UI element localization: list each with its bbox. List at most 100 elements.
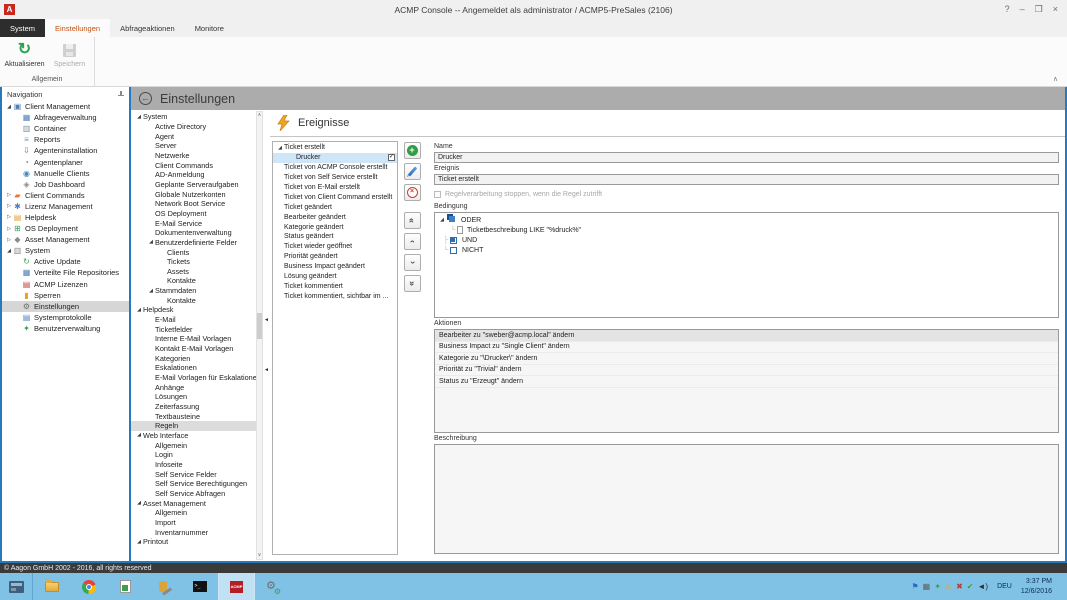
tab-monitore[interactable]: Monitore — [185, 19, 234, 37]
event-item-ticket-von-acmp-console-erstellt[interactable]: Ticket von ACMP Console erstellt — [273, 163, 397, 173]
sidebar-item-agentenplaner[interactable]: ◔Agentenplaner — [2, 156, 129, 167]
event-item-ticket-kommentiert-sichtbar-im[interactable]: Ticket kommentiert, sichtbar im ... — [273, 291, 397, 301]
sidebar-item-job-dashboard[interactable]: ◈Job Dashboard — [2, 179, 129, 190]
network-warning-icon[interactable]: ⚠ — [945, 583, 952, 591]
settings-item-anhänge[interactable]: Anhänge — [131, 382, 256, 392]
collapse-icon[interactable]: ◢ — [438, 216, 446, 224]
sidebar-item-systemprotokolle[interactable]: ▤Systemprotokolle — [2, 312, 129, 323]
tab-system[interactable]: System — [0, 19, 45, 37]
edit-event-button[interactable] — [404, 163, 421, 180]
sidebar-item-client-commands[interactable]: ▷▰Client Commands — [2, 190, 129, 201]
help-button[interactable]: ? — [1005, 4, 1010, 15]
sidebar-item-lizenz-management[interactable]: ▷✱Lizenz Management — [2, 201, 129, 212]
editor-button[interactable] — [107, 573, 144, 600]
event-item-ticket-kommentiert[interactable]: Ticket kommentiert — [273, 281, 397, 291]
settings-item-allgemein[interactable]: Allgemein — [131, 508, 256, 518]
settings-item-kontakte[interactable]: Kontakte — [131, 295, 256, 305]
settings-item-client-commands[interactable]: Client Commands — [131, 160, 256, 170]
sidebar-item-acmp-lizenzen[interactable]: ▤ACMP Lizenzen — [2, 279, 129, 290]
expand-icon[interactable]: ▷ — [5, 202, 13, 210]
settings-item-regeln[interactable]: Regeln — [131, 421, 256, 431]
back-button[interactable]: ← — [139, 92, 152, 105]
pin-icon[interactable] — [117, 91, 124, 98]
file-explorer-button[interactable] — [33, 573, 70, 600]
sidebar-item-sperren[interactable]: ▮Sperren — [2, 290, 129, 301]
expand-icon[interactable]: ▷ — [5, 191, 13, 199]
server-manager-button[interactable] — [0, 573, 33, 600]
action-item[interactable]: Status zu "Erzeugt" ändern — [435, 376, 1058, 388]
move-up-button[interactable]: ‹ — [404, 233, 421, 250]
move-bottom-button[interactable]: « — [404, 275, 421, 292]
event-item-priorität-geändert[interactable]: Priorität geändert — [273, 252, 397, 262]
settings-item-os-deployment[interactable]: OS Deployment — [131, 209, 256, 219]
sidebar-item-verteilte-file-repositories[interactable]: ▦Verteilte File Repositories — [2, 267, 129, 278]
settings-item-login[interactable]: Login — [131, 450, 256, 460]
settings-item-server[interactable]: Server — [131, 141, 256, 151]
expand-icon[interactable]: ▷ — [5, 213, 13, 221]
settings-item-clients[interactable]: Clients — [131, 247, 256, 257]
settings-item-interne-e-mail-vorlagen[interactable]: Interne E-Mail Vorlagen — [131, 334, 256, 344]
settings-item-infoseite[interactable]: Infoseite — [131, 460, 256, 470]
minimize-button[interactable]: – — [1020, 4, 1025, 15]
name-field[interactable]: Drucker — [434, 152, 1059, 163]
settings-item-netzwerke[interactable]: Netzwerke — [131, 151, 256, 161]
event-item-drucker[interactable]: Drucker✓ — [273, 153, 397, 163]
refresh-button[interactable]: ↻ Aktualisieren — [2, 37, 47, 75]
action-item[interactable]: Bearbeiter zu "sweber@acmp.local" ändern — [435, 330, 1058, 342]
settings-item-self-service-abfragen[interactable]: Self Service Abfragen — [131, 489, 256, 499]
collapse-icon[interactable]: ◢ — [135, 306, 143, 314]
collapse-icon[interactable]: ◢ — [147, 287, 155, 295]
close-button[interactable]: × — [1053, 4, 1058, 15]
sidebar-item-agenteninstallation[interactable]: ⇩Agenteninstallation — [2, 145, 129, 156]
settings-item-kontakte[interactable]: Kontakte — [131, 276, 256, 286]
settings-item-kontakt-e-mail-vorlagen[interactable]: Kontakt E-Mail Vorlagen — [131, 344, 256, 354]
condition-node-nicht[interactable]: └NICHT — [435, 245, 1058, 255]
settings-item-kategorien[interactable]: Kategorien — [131, 353, 256, 363]
settings-item-assets[interactable]: Assets — [131, 267, 256, 277]
settings-item-e-mail-service[interactable]: E-Mail Service — [131, 218, 256, 228]
sidebar-item-client-management[interactable]: ◢▣Client Management — [2, 101, 129, 112]
settings-item-zeiterfassung[interactable]: Zeiterfassung — [131, 402, 256, 412]
settings-item-inventarnummer[interactable]: Inventarnummer — [131, 527, 256, 537]
sidebar-item-benutzerverwaltung[interactable]: ✦Benutzerverwaltung — [2, 323, 129, 334]
action-item[interactable]: Business Impact zu "Single Client" änder… — [435, 342, 1058, 354]
chrome-button[interactable] — [70, 573, 107, 600]
sidebar-item-os-deployment[interactable]: ▷⊞OS Deployment — [2, 223, 129, 234]
scroll-down-icon[interactable]: ∨ — [257, 552, 262, 559]
sidebar-item-asset-management[interactable]: ▷◆Asset Management — [2, 234, 129, 245]
event-item-ticket-wieder-geöffnet[interactable]: Ticket wieder geöffnet — [273, 242, 397, 252]
settings-item-self-service-berechtigungen[interactable]: Self Service Berechtigungen — [131, 479, 256, 489]
taskbar-clock[interactable]: 3:37 PM 12/6/2016 — [1021, 577, 1052, 595]
collapse-icon[interactable]: ◢ — [135, 113, 143, 121]
scrollbar-thumb[interactable] — [257, 313, 262, 339]
move-down-button[interactable]: ‹ — [404, 254, 421, 271]
save-button[interactable]: Speichern — [47, 37, 92, 75]
collapse-icon[interactable]: ◢ — [135, 431, 143, 439]
settings-item-active-directory[interactable]: Active Directory — [131, 122, 256, 132]
settings-item-e-mail-vorlagen-für-eskalationen[interactable]: E-Mail Vorlagen für Eskalationen — [131, 373, 256, 383]
sidebar-item-abfrageverwaltung[interactable]: ▦Abfrageverwaltung — [2, 112, 129, 123]
settings-item-benutzerdefinierte-felder[interactable]: ◢Benutzerdefinierte Felder — [131, 238, 256, 248]
condition-node-oder[interactable]: ◢ODER — [435, 215, 1058, 225]
collapse-left-icon[interactable]: ◄ — [264, 367, 269, 373]
add-event-button[interactable]: + — [404, 142, 421, 159]
settings-item-web-interface[interactable]: ◢Web Interface — [131, 431, 256, 441]
settings-item-ticketfelder[interactable]: Ticketfelder — [131, 324, 256, 334]
settings-item-dokumentenverwaltung[interactable]: Dokumentenverwaltung — [131, 228, 256, 238]
settings-item-tickets[interactable]: Tickets — [131, 257, 256, 267]
scroll-up-icon[interactable]: ∧ — [257, 112, 262, 119]
delete-event-button[interactable]: × — [404, 184, 421, 201]
collapse-icon[interactable]: ◢ — [147, 238, 155, 246]
settings-item-eskalationen[interactable]: Eskalationen — [131, 363, 256, 373]
settings-item-network-boot-service[interactable]: Network Boot Service — [131, 199, 256, 209]
action-item[interactable]: Kategorie zu "\Drucker\" ändern — [435, 353, 1058, 365]
settings-item-self-service-felder[interactable]: Self Service Felder — [131, 469, 256, 479]
event-item-lösung-geändert[interactable]: Lösung geändert — [273, 272, 397, 282]
actions-list[interactable]: Bearbeiter zu "sweber@acmp.local" ändern… — [434, 329, 1059, 433]
event-item-bearbeiter-geändert[interactable]: Bearbeiter geändert — [273, 212, 397, 222]
action-item[interactable]: Priorität zu "Trivial" ändern — [435, 365, 1058, 377]
sidebar-item-helpdesk[interactable]: ▷▤Helpdesk — [2, 212, 129, 223]
language-indicator[interactable]: DEU — [997, 583, 1012, 590]
sidebar-item-manuelle-clients[interactable]: ◉Manuelle Clients — [2, 168, 129, 179]
expand-icon[interactable]: ▷ — [5, 236, 13, 244]
